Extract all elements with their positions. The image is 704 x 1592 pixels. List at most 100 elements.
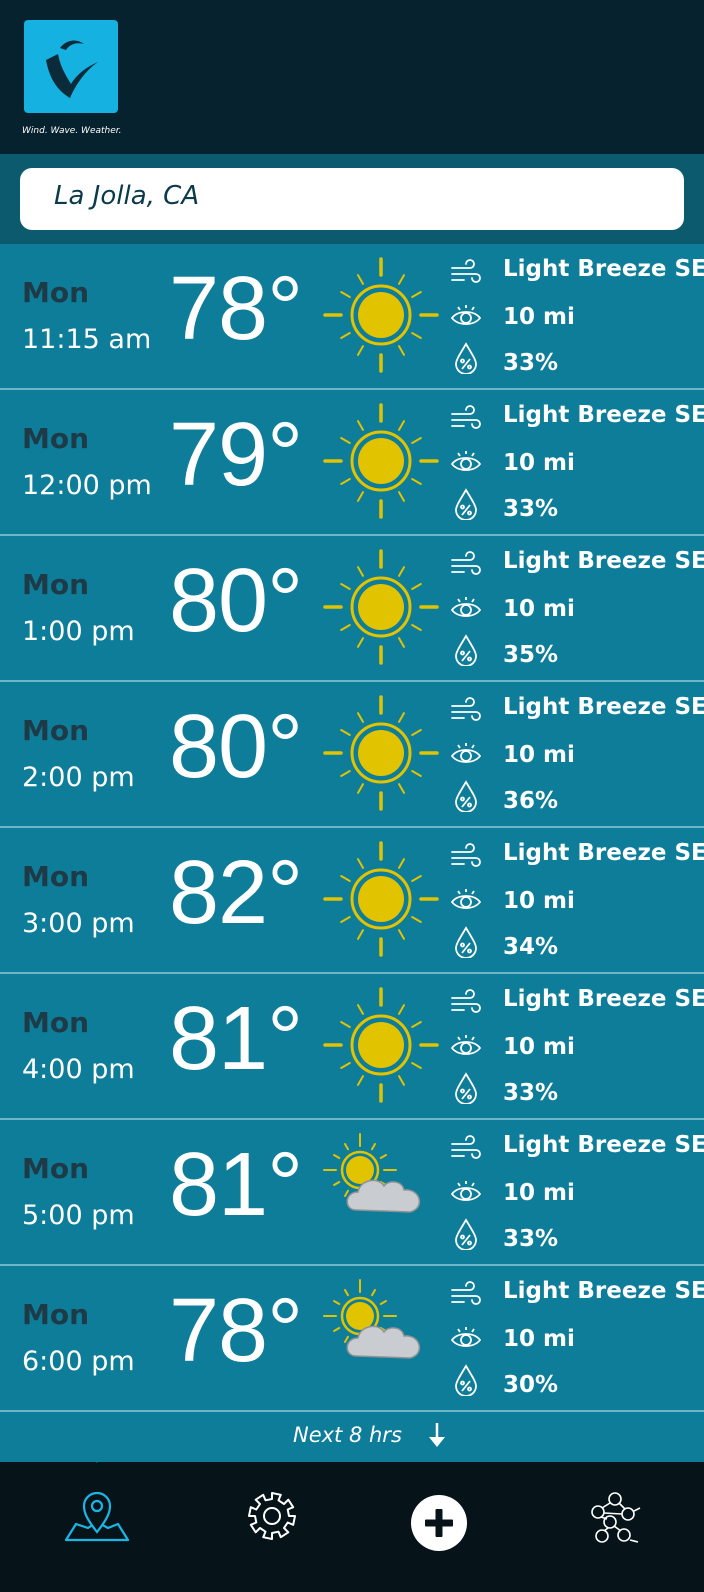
humidity-drop-icon xyxy=(455,634,477,667)
wind-text: Light Breeze SE xyxy=(503,694,704,720)
forecast-time: 1:00 pm xyxy=(22,616,135,647)
active-tab-indicator xyxy=(84,1448,110,1463)
humidity-text: 33% xyxy=(503,496,559,522)
wind-icon xyxy=(451,843,481,867)
location-search-field[interactable]: La Jolla, CA xyxy=(20,168,684,230)
forecast-row[interactable]: Mon 6:00 pm 78° Light Breeze SE 10 mi 30… xyxy=(0,1266,704,1412)
condition-icon xyxy=(322,986,440,1104)
wind-icon-wrap xyxy=(450,988,482,1020)
wind-icon-wrap xyxy=(450,1280,482,1312)
humidity-drop-icon xyxy=(455,342,477,375)
forecast-temp: 81° xyxy=(169,1135,303,1235)
forecast-time: 12:00 pm xyxy=(22,470,152,501)
humidity-text: 33% xyxy=(503,350,559,376)
forecast-temp: 78° xyxy=(169,1281,303,1381)
tab-community[interactable] xyxy=(588,1490,644,1550)
sun-icon xyxy=(323,695,439,811)
humidity-icon-wrap xyxy=(450,1072,482,1105)
wind-icon-wrap xyxy=(450,696,482,728)
wind-text: Light Breeze SE xyxy=(503,840,704,866)
forecast-time: 11:15 am xyxy=(22,324,152,355)
tab-settings[interactable] xyxy=(246,1490,298,1546)
tab-add[interactable] xyxy=(410,1494,468,1556)
humidity-drop-icon xyxy=(455,1364,477,1397)
app-logo xyxy=(24,20,118,113)
wind-icon-wrap xyxy=(450,1134,482,1166)
eye-icon xyxy=(450,451,482,471)
humidity-text: 36% xyxy=(503,788,559,814)
forecast-day: Mon xyxy=(22,1006,90,1039)
forecast-temp: 81° xyxy=(169,989,303,1089)
forecast-row[interactable]: Mon 1:00 pm 80° Light Breeze SE 10 mi 35… xyxy=(0,536,704,682)
forecast-temp: 82° xyxy=(169,843,303,943)
condition-icon xyxy=(322,694,440,812)
humidity-text: 30% xyxy=(503,1372,559,1398)
forecast-day: Mon xyxy=(22,714,90,747)
wind-text: Light Breeze SE xyxy=(503,1278,704,1304)
condition-icon xyxy=(322,548,440,666)
forecast-time: 6:00 pm xyxy=(22,1346,135,1377)
sun-icon xyxy=(323,403,439,519)
forecast-row[interactable]: Mon 12:00 pm 79° Light Breeze SE 10 mi 3… xyxy=(0,390,704,536)
wind-icon-wrap xyxy=(450,842,482,874)
humidity-drop-icon xyxy=(455,1072,477,1105)
visibility-icon-wrap xyxy=(450,302,482,334)
forecast-row[interactable]: Mon 2:00 pm 80° Light Breeze SE 10 mi 36… xyxy=(0,682,704,828)
wind-icon-wrap xyxy=(450,550,482,582)
wind-icon xyxy=(451,259,481,283)
wind-icon xyxy=(451,1281,481,1305)
sun-icon xyxy=(323,257,439,373)
tab-map[interactable] xyxy=(64,1490,130,1550)
wind-icon xyxy=(451,697,481,721)
eye-icon xyxy=(450,1181,482,1201)
wind-icon xyxy=(451,1135,481,1159)
humidity-drop-icon xyxy=(455,1218,477,1251)
humidity-drop-icon xyxy=(455,926,477,959)
forecast-row[interactable]: Mon 3:00 pm 82° Light Breeze SE 10 mi 34… xyxy=(0,828,704,974)
location-text: La Jolla, CA xyxy=(54,181,200,211)
eye-icon xyxy=(450,889,482,909)
condition-icon xyxy=(322,1132,440,1250)
visibility-icon-wrap xyxy=(450,740,482,772)
humidity-drop-icon xyxy=(455,488,477,521)
visibility-icon-wrap xyxy=(450,594,482,626)
sun-icon xyxy=(323,841,439,957)
eye-icon xyxy=(450,597,482,617)
humidity-icon-wrap xyxy=(450,1218,482,1251)
humidity-drop-icon xyxy=(455,780,477,813)
humidity-text: 33% xyxy=(503,1226,559,1252)
arrow-down-icon xyxy=(429,1423,445,1447)
condition-icon xyxy=(322,402,440,520)
wind-icon xyxy=(451,551,481,575)
visibility-icon-wrap xyxy=(450,1324,482,1356)
condition-icon xyxy=(322,1278,440,1396)
visibility-text: 10 mi xyxy=(503,1326,575,1352)
eye-icon xyxy=(450,305,482,325)
visibility-text: 10 mi xyxy=(503,304,575,330)
visibility-icon-wrap xyxy=(450,886,482,918)
partly-cloudy-icon xyxy=(323,1133,421,1213)
partly-cloudy-icon xyxy=(323,1279,421,1359)
visibility-icon-wrap xyxy=(450,1178,482,1210)
app-header: Wind. Wave. Weather. xyxy=(0,0,704,154)
eye-icon xyxy=(450,1327,482,1347)
humidity-icon-wrap xyxy=(450,780,482,813)
gear-icon xyxy=(248,1492,296,1540)
humidity-icon-wrap xyxy=(450,634,482,667)
humidity-icon-wrap xyxy=(450,342,482,375)
plus-icon xyxy=(411,1495,467,1551)
forecast-row[interactable]: Mon 4:00 pm 81° Light Breeze SE 10 mi 33… xyxy=(0,974,704,1120)
visibility-text: 10 mi xyxy=(503,450,575,476)
wind-icon xyxy=(451,405,481,429)
forecast-time: 2:00 pm xyxy=(22,762,135,793)
forecast-row[interactable]: Mon 11:15 am 78° Light Breeze SE 10 mi 3… xyxy=(0,244,704,390)
wind-icon xyxy=(451,989,481,1013)
humidity-text: 35% xyxy=(503,642,559,668)
wind-text: Light Breeze SE xyxy=(503,1132,704,1158)
forecast-row[interactable]: Mon 5:00 pm 81° Light Breeze SE 10 mi 33… xyxy=(0,1120,704,1266)
forecast-time: 4:00 pm xyxy=(22,1054,135,1085)
visibility-text: 10 mi xyxy=(503,1180,575,1206)
eye-icon xyxy=(450,1035,482,1055)
eye-icon xyxy=(450,743,482,763)
forecast-day: Mon xyxy=(22,422,90,455)
